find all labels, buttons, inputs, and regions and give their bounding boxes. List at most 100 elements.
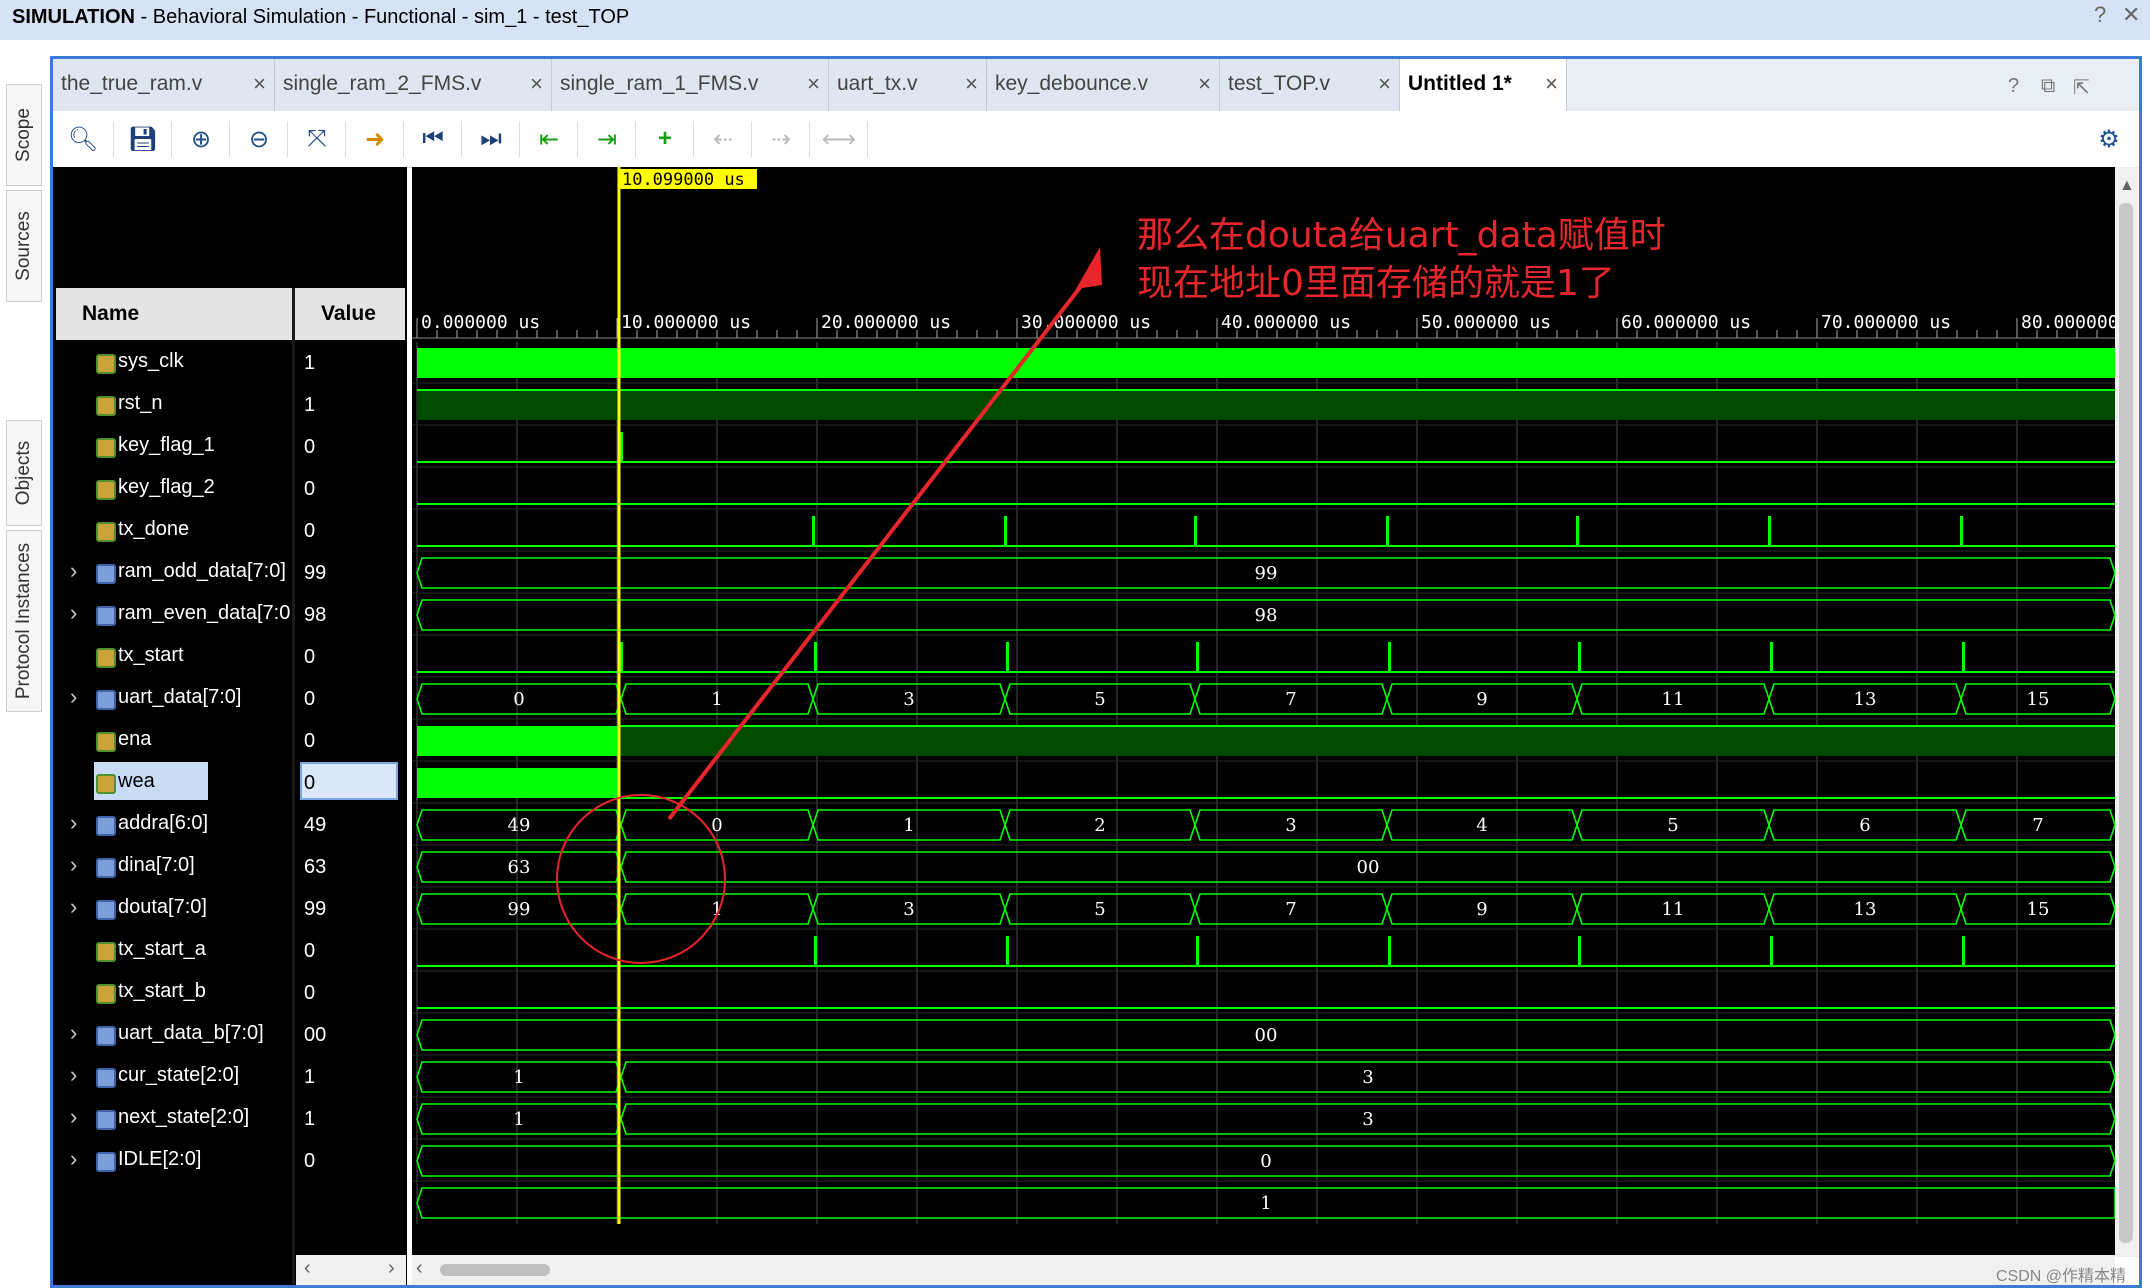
tab-single-ram-2-fms[interactable]: single_ram_2_FMS.v × bbox=[275, 59, 552, 111]
tab-label: Untitled 1* bbox=[1408, 72, 1512, 95]
signal-row[interactable]: › dina[7:0] bbox=[56, 846, 292, 888]
swap-cursors-icon[interactable]: ⟷ bbox=[822, 123, 856, 155]
maximize-icon[interactable]: ⇱ bbox=[2073, 75, 2090, 100]
signal-row[interactable]: › IDLE[2:0] bbox=[56, 1140, 292, 1182]
signal-name: addra[6:0] bbox=[118, 812, 209, 834]
signal-row[interactable]: › ram_even_data[7:0] bbox=[56, 594, 292, 636]
pulse-mark bbox=[1576, 516, 1579, 546]
tab-the-true-ram[interactable]: the_true_ram.v × bbox=[53, 59, 275, 111]
signal-row[interactable]: tx_start_b bbox=[56, 972, 292, 1014]
side-tab-objects[interactable]: Objects bbox=[6, 420, 42, 526]
tab-test-top[interactable]: test_TOP.v × bbox=[1220, 59, 1400, 111]
horizontal-scroll-thumb[interactable] bbox=[440, 1264, 550, 1276]
expand-chevron-icon[interactable]: › bbox=[70, 684, 77, 710]
previous-transition-icon[interactable]: ⇤ bbox=[533, 123, 565, 155]
vertical-scrollbar[interactable]: ▲ bbox=[2115, 167, 2139, 1257]
bus-value-label: 5 bbox=[1094, 689, 1105, 710]
high-trace bbox=[417, 390, 2115, 420]
signal-row[interactable]: ena bbox=[56, 720, 292, 762]
bus-value-label: 9 bbox=[1476, 899, 1487, 920]
search-icon[interactable]: 🔍︎ bbox=[67, 123, 99, 155]
signal-row[interactable]: › uart_data_b[7:0] bbox=[56, 1014, 292, 1056]
signal-row[interactable]: key_flag_1 bbox=[56, 426, 292, 468]
expand-chevron-icon[interactable]: › bbox=[70, 600, 77, 626]
expand-chevron-icon[interactable]: › bbox=[70, 894, 77, 920]
signal-row[interactable]: rst_n bbox=[56, 384, 292, 426]
tab-single-ram-1-fms[interactable]: single_ram_1_FMS.v × bbox=[552, 59, 829, 111]
add-marker-icon[interactable]: + bbox=[649, 123, 681, 155]
scroll-right-icon[interactable]: › bbox=[388, 1257, 395, 1280]
signal-row[interactable]: tx_start bbox=[56, 636, 292, 678]
goto-start-icon[interactable]: ⏮ bbox=[417, 123, 449, 155]
expand-chevron-icon[interactable]: › bbox=[70, 810, 77, 836]
zoom-out-icon[interactable]: ⊖ bbox=[243, 123, 275, 155]
restore-icon[interactable]: ⧉ bbox=[2041, 75, 2055, 98]
signal-row[interactable]: key_flag_2 bbox=[56, 468, 292, 510]
expand-chevron-icon[interactable]: › bbox=[70, 558, 77, 584]
signal-row[interactable]: › uart_data[7:0] bbox=[56, 678, 292, 720]
expand-chevron-icon[interactable]: › bbox=[70, 1062, 77, 1088]
toolbar-divider bbox=[809, 121, 810, 157]
signal-row[interactable]: tx_start_a bbox=[56, 930, 292, 972]
bus-value-label: 5 bbox=[1094, 899, 1105, 920]
save-icon[interactable]: 💾︎ bbox=[127, 123, 159, 155]
tab-close-icon[interactable]: × bbox=[807, 71, 820, 97]
pulse-mark bbox=[1770, 642, 1773, 672]
signal-row[interactable]: tx_done bbox=[56, 510, 292, 552]
value-column-header[interactable]: Value bbox=[293, 288, 405, 340]
tab-close-icon[interactable]: × bbox=[253, 71, 266, 97]
toolbar-divider bbox=[113, 121, 114, 157]
tab-key-debounce[interactable]: key_debounce.v × bbox=[987, 59, 1220, 111]
settings-gear-icon[interactable]: ⚙ bbox=[2093, 123, 2125, 155]
signal-row[interactable]: › douta[7:0] bbox=[56, 888, 292, 930]
name-column-header[interactable]: Name bbox=[56, 288, 293, 340]
expand-chevron-icon[interactable]: › bbox=[70, 1146, 77, 1172]
name-panel-scrollbar[interactable]: ‹ › bbox=[296, 1255, 406, 1285]
expand-chevron-icon[interactable]: › bbox=[70, 1104, 77, 1130]
signal-row[interactable]: sys_clk bbox=[56, 342, 292, 384]
help-icon[interactable]: ? bbox=[2008, 75, 2019, 98]
tab-close-icon[interactable]: × bbox=[1378, 71, 1391, 97]
scroll-left-icon[interactable]: ‹ bbox=[416, 1257, 423, 1280]
toolbar-divider bbox=[229, 121, 230, 157]
scroll-up-icon[interactable]: ▲ bbox=[2119, 177, 2135, 195]
time-tick-label: 60.000000 us bbox=[1621, 312, 1751, 333]
help-icon[interactable]: ? bbox=[2094, 2, 2106, 28]
tab-close-icon[interactable]: × bbox=[1198, 71, 1211, 97]
waveform-canvas[interactable]: 0.000000 us 10.000000 us 20.000000 us 30.00… bbox=[412, 167, 2115, 1255]
pulse-mark bbox=[1004, 516, 1007, 546]
zoom-fit-icon[interactable]: ⤧ bbox=[301, 123, 333, 155]
vertical-scroll-thumb[interactable] bbox=[2119, 203, 2133, 1243]
signal-row[interactable]: › next_state[2:0] bbox=[56, 1098, 292, 1140]
signal-name: wea bbox=[118, 770, 155, 792]
tab-close-icon[interactable]: × bbox=[1545, 71, 1558, 97]
previous-marker-icon[interactable]: ⇠ bbox=[707, 123, 739, 155]
signal-row[interactable]: › addra[6:0] bbox=[56, 804, 292, 846]
zoom-in-icon[interactable]: ⊕ bbox=[185, 123, 217, 155]
side-tab-sources[interactable]: Sources bbox=[6, 190, 42, 302]
horizontal-scrollbar[interactable]: ‹ bbox=[412, 1255, 2115, 1285]
signal-row[interactable]: › cur_state[2:0] bbox=[56, 1056, 292, 1098]
goto-end-icon[interactable]: ⏭ bbox=[475, 123, 507, 155]
tab-untitled-1[interactable]: Untitled 1* × bbox=[1400, 59, 1567, 111]
signal-value: 99 bbox=[304, 898, 327, 920]
side-tab-protocol-instances[interactable]: Protocol Instances bbox=[6, 530, 42, 712]
expand-chevron-icon[interactable]: › bbox=[70, 852, 77, 878]
signal-name: dina[7:0] bbox=[118, 854, 195, 876]
annotation-line-1: 那么在douta给uart_data赋值时 bbox=[1137, 215, 1666, 256]
side-tab-scope[interactable]: Scope bbox=[6, 84, 42, 186]
scroll-left-icon[interactable]: ‹ bbox=[304, 1257, 311, 1280]
bus-signal-icon bbox=[96, 1026, 116, 1046]
tab-uart-tx[interactable]: uart_tx.v × bbox=[829, 59, 987, 111]
next-marker-icon[interactable]: ⇢ bbox=[765, 123, 797, 155]
goto-cursor-icon[interactable]: ➜ bbox=[359, 123, 391, 155]
close-icon[interactable]: ✕ bbox=[2122, 2, 2140, 28]
tab-close-icon[interactable]: × bbox=[965, 71, 978, 97]
signal-name: cur_state[2:0] bbox=[118, 1064, 240, 1086]
tab-close-icon[interactable]: × bbox=[530, 71, 543, 97]
signal-row[interactable]: › ram_odd_data[7:0] bbox=[56, 552, 292, 594]
signal-row[interactable]: wea bbox=[56, 762, 292, 804]
expand-chevron-icon[interactable]: › bbox=[70, 1020, 77, 1046]
column-divider[interactable] bbox=[292, 288, 295, 1284]
next-transition-icon[interactable]: ⇥ bbox=[591, 123, 623, 155]
